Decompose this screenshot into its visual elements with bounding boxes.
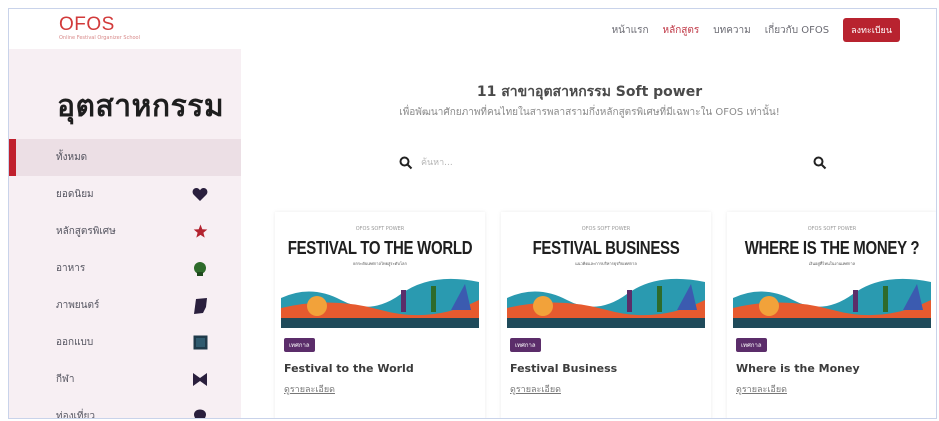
course-details-link[interactable]: ดูรายละเอียด [510,382,561,396]
page-title: 11 สาขาอุตสาหกรรม Soft power [476,84,703,100]
search-bar [381,149,831,177]
festival-illustration [281,276,479,328]
heart-icon [192,187,208,203]
industry-sidebar: อุตสาหกรรม ทั้งหมด ยอดนิยม หลักสูตรพิเศษ… [9,49,241,419]
category-badge: เทศกาล [736,338,767,352]
sidebar-item-all[interactable]: ทั้งหมด [9,139,241,176]
course-details-link[interactable]: ดูรายละเอียด [736,382,787,396]
film-icon [192,297,208,314]
course-title: Festival to the World [284,362,414,375]
course-title: Where is the Money [736,362,860,375]
nav-articles[interactable]: บทความ [713,23,750,38]
category-badge: เทศกาล [284,338,315,352]
thumbnail-headline: FESTIVAL BUSINESS [532,238,680,259]
browser-viewport: OFOS Online Festival Organizer School หน… [8,8,937,419]
sidebar-item-label: ภาพยนตร์ [56,300,100,311]
sport-icon [192,372,208,388]
search-submit-icon[interactable] [813,155,827,170]
category-badge: เทศกาล [510,338,541,352]
course-details-link[interactable]: ดูรายละเอียด [284,382,335,396]
course-card[interactable]: OFOS SOFT POWER FESTIVAL BUSINESS แนวคิด… [501,212,711,418]
sidebar-item-label: ยอดนิยม [56,189,94,200]
sidebar-item-food[interactable]: อาหาร [9,250,241,287]
festival-illustration [507,276,705,328]
thumbnail-tagline: ยกระดับเทศกาลไทยสู่ระดับโลก [353,261,407,266]
sidebar-item-special[interactable]: หลักสูตรพิเศษ [9,213,241,250]
thumbnail-headline: FESTIVAL TO THE WORLD [287,238,473,259]
nav-courses[interactable]: หลักสูตร [663,23,700,38]
nav-home[interactable]: หน้าแรก [612,23,649,38]
thumbnail-tagline: แนวคิดและการบริหารธุรกิจเทศกาล [575,261,637,266]
logo-text: OFOS [59,14,115,35]
nav-about[interactable]: เกี่ยวกับ OFOS [765,23,829,38]
register-button[interactable]: ลงทะเบียน [843,18,900,42]
page-subtitle: เพื่อพัฒนาศักยภาพที่คนไทยในสารพลาสรามกึ่… [399,107,780,118]
sidebar-item-label: ทั้งหมด [56,152,88,163]
thumbnail-tagline: เงินอยู่ที่ไหนในงานเทศกาล [808,261,856,266]
sidebar-item-sport[interactable]: กีฬา [9,361,241,398]
thumbnail-kicker: OFOS SOFT POWER [581,226,631,232]
travel-icon [192,409,208,418]
course-thumbnail: OFOS SOFT POWER WHERE IS THE MONEY ? เงิ… [733,218,931,328]
sidebar-item-label: ท่องเที่ยว [56,411,95,419]
course-card[interactable]: OFOS SOFT POWER WHERE IS THE MONEY ? เงิ… [727,212,936,418]
sidebar-item-label: หลักสูตรพิเศษ [56,226,116,237]
course-card[interactable]: OFOS SOFT POWER FESTIVAL TO THE WORLD ยก… [275,212,485,418]
thumbnail-kicker: OFOS SOFT POWER [807,226,857,232]
sidebar-item-label: กีฬา [56,374,75,385]
food-icon [192,261,208,277]
course-title: Festival Business [510,362,618,375]
search-icon [399,155,413,170]
sidebar-item-travel[interactable]: ท่องเที่ยว [9,398,241,419]
course-thumbnail: OFOS SOFT POWER FESTIVAL TO THE WORLD ยก… [281,218,479,328]
search-input[interactable] [421,153,761,173]
star-icon [192,224,208,240]
course-thumbnail: OFOS SOFT POWER FESTIVAL BUSINESS แนวคิด… [507,218,705,328]
logo-subtext: Online Festival Organizer School [59,35,140,41]
sidebar-item-label: ออกแบบ [56,337,94,348]
festival-illustration [733,276,931,328]
sidebar-item-popular[interactable]: ยอดนิยม [9,176,241,213]
sidebar-item-design[interactable]: ออกแบบ [9,324,241,361]
sidebar-title: อุตสาหกรรม [57,89,225,124]
thumbnail-kicker: OFOS SOFT POWER [355,226,405,232]
top-navbar: OFOS Online Festival Organizer School หน… [9,9,936,49]
ofos-logo[interactable]: OFOS Online Festival Organizer School [59,14,140,45]
industry-list: ทั้งหมด ยอดนิยม หลักสูตรพิเศษ อาหาร ภาพย… [9,139,241,419]
sidebar-item-film[interactable]: ภาพยนตร์ [9,287,241,324]
sidebar-item-label: อาหาร [56,263,86,274]
thumbnail-headline: WHERE IS THE MONEY ? [744,238,920,259]
design-icon [192,335,208,351]
main-nav: หน้าแรก หลักสูตร บทความ เกี่ยวกับ OFOS ล… [612,18,900,42]
course-card-list: OFOS SOFT POWER FESTIVAL TO THE WORLD ยก… [275,212,936,418]
courses-main: 11 สาขาอุตสาหกรรม Soft power เพื่อพัฒนาศ… [241,49,936,418]
